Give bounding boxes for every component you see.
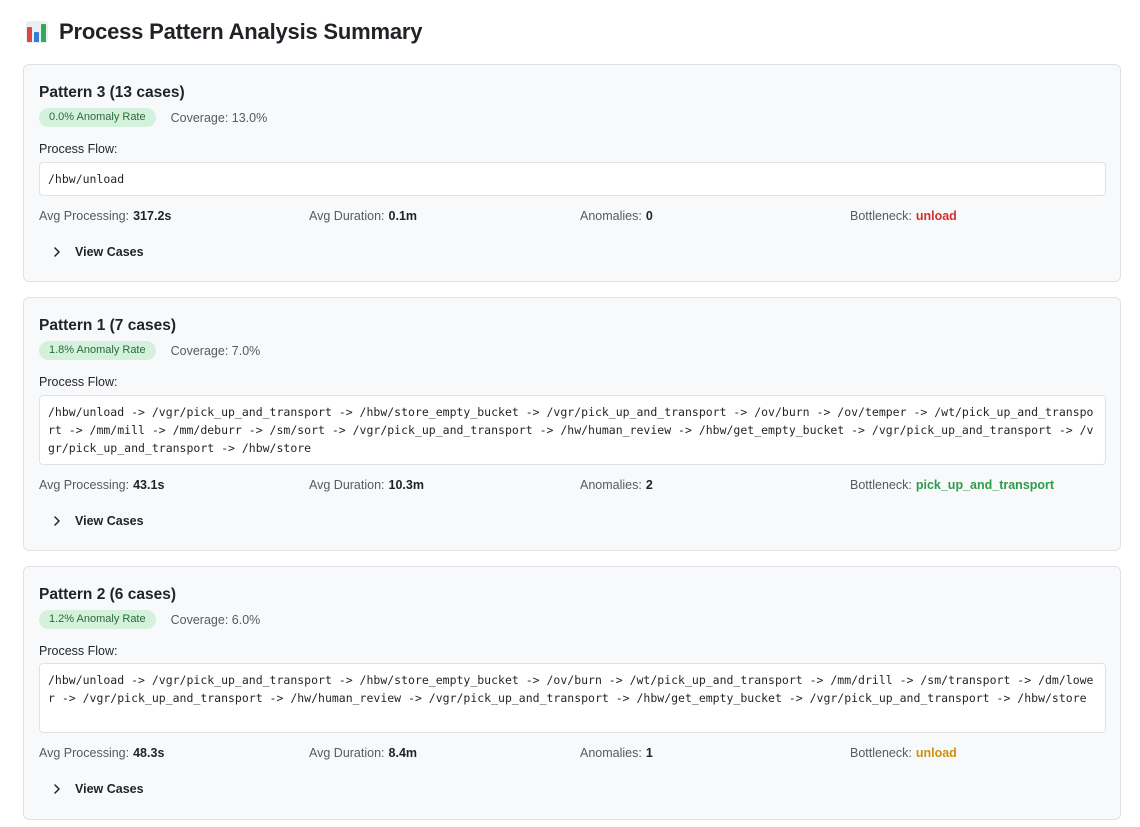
bottleneck-label: Bottleneck: <box>850 746 912 760</box>
pattern-meta: 0.0% Anomaly Rate Coverage: 13.0% <box>39 108 267 127</box>
anomalies-metric: Anomalies: 0 <box>580 209 653 223</box>
anomalies-label: Anomalies: <box>580 746 642 760</box>
avg-processing-label: Avg Processing: <box>39 746 130 760</box>
chevron-right-icon <box>52 247 62 257</box>
pattern-card: Pattern 1 (7 cases) 1.8% Anomaly Rate Co… <box>23 297 1121 551</box>
avg-processing-value: 317.2s <box>133 209 172 223</box>
view-cases-toggle[interactable]: View Cases <box>52 782 144 796</box>
coverage-text: Coverage: 13.0% <box>170 110 268 125</box>
avg-processing-metric: Avg Processing: 48.3s <box>39 746 164 760</box>
page-header: Process Pattern Analysis Summary <box>26 19 422 45</box>
view-cases-toggle[interactable]: View Cases <box>52 514 144 528</box>
avg-processing-value: 48.3s <box>133 746 165 760</box>
bottleneck-metric: Bottleneck: unload <box>850 209 957 223</box>
anomaly-rate-badge: 1.8% Anomaly Rate <box>39 341 156 360</box>
anomaly-rate-badge: 0.0% Anomaly Rate <box>39 108 156 127</box>
anomalies-metric: Anomalies: 2 <box>580 478 653 492</box>
bottleneck-value: unload <box>915 209 957 223</box>
avg-duration-label: Avg Duration: <box>309 209 385 223</box>
avg-processing-metric: Avg Processing: 43.1s <box>39 478 164 492</box>
bottleneck-metric: Bottleneck: unload <box>850 746 957 760</box>
pattern-title: Pattern 2 (6 cases) <box>39 586 176 603</box>
bottleneck-label: Bottleneck: <box>850 209 912 223</box>
page-title: Process Pattern Analysis Summary <box>59 19 423 44</box>
bottleneck-label: Bottleneck: <box>850 478 912 492</box>
process-flow-label: Process Flow: <box>39 375 118 389</box>
avg-processing-label: Avg Processing: <box>39 478 130 492</box>
bottleneck-metric: Bottleneck: pick_up_and_transport <box>850 478 1054 492</box>
process-flow-label: Process Flow: <box>39 644 118 658</box>
pattern-card: Pattern 3 (13 cases) 0.0% Anomaly Rate C… <box>23 64 1121 282</box>
avg-processing-label: Avg Processing: <box>39 209 130 223</box>
pattern-title: Pattern 3 (13 cases) <box>39 84 185 101</box>
view-cases-toggle[interactable]: View Cases <box>52 245 144 259</box>
anomalies-label: Anomalies: <box>580 478 642 492</box>
bottleneck-value: unload <box>915 746 957 760</box>
view-cases-label: View Cases <box>75 245 144 259</box>
coverage-text: Coverage: 7.0% <box>170 343 261 358</box>
coverage-text: Coverage: 6.0% <box>170 612 261 627</box>
bottleneck-value: pick_up_and_transport <box>915 478 1055 492</box>
view-cases-label: View Cases <box>75 514 144 528</box>
view-cases-label: View Cases <box>75 782 144 796</box>
avg-processing-metric: Avg Processing: 317.2s <box>39 209 171 223</box>
pattern-title: Pattern 1 (7 cases) <box>39 317 176 334</box>
avg-duration-value: 10.3m <box>388 478 424 492</box>
process-flow-label: Process Flow: <box>39 142 118 156</box>
pattern-card: Pattern 2 (6 cases) 1.2% Anomaly Rate Co… <box>23 566 1121 820</box>
anomalies-value: 1 <box>645 746 653 760</box>
anomalies-metric: Anomalies: 1 <box>580 746 653 760</box>
pattern-meta: 1.8% Anomaly Rate Coverage: 7.0% <box>39 341 260 360</box>
chevron-right-icon <box>52 516 62 526</box>
avg-duration-label: Avg Duration: <box>309 478 385 492</box>
avg-duration-label: Avg Duration: <box>309 746 385 760</box>
avg-processing-value: 43.1s <box>133 478 165 492</box>
anomalies-value: 2 <box>645 478 653 492</box>
avg-duration-metric: Avg Duration: 10.3m <box>309 478 424 492</box>
anomaly-rate-badge: 1.2% Anomaly Rate <box>39 610 156 629</box>
avg-duration-metric: Avg Duration: 0.1m <box>309 209 417 223</box>
anomalies-label: Anomalies: <box>580 209 642 223</box>
avg-duration-value: 0.1m <box>388 209 418 223</box>
avg-duration-metric: Avg Duration: 8.4m <box>309 746 417 760</box>
chevron-right-icon <box>52 784 62 794</box>
avg-duration-value: 8.4m <box>388 746 418 760</box>
pattern-meta: 1.2% Anomaly Rate Coverage: 6.0% <box>39 610 260 629</box>
anomalies-value: 0 <box>645 209 653 223</box>
bar-chart-icon <box>26 21 48 43</box>
process-flow-box: /hbw/unload <box>39 162 1106 196</box>
process-flow-box: /hbw/unload -> /vgr/pick_up_and_transpor… <box>39 663 1106 733</box>
process-flow-box: /hbw/unload -> /vgr/pick_up_and_transpor… <box>39 395 1106 465</box>
